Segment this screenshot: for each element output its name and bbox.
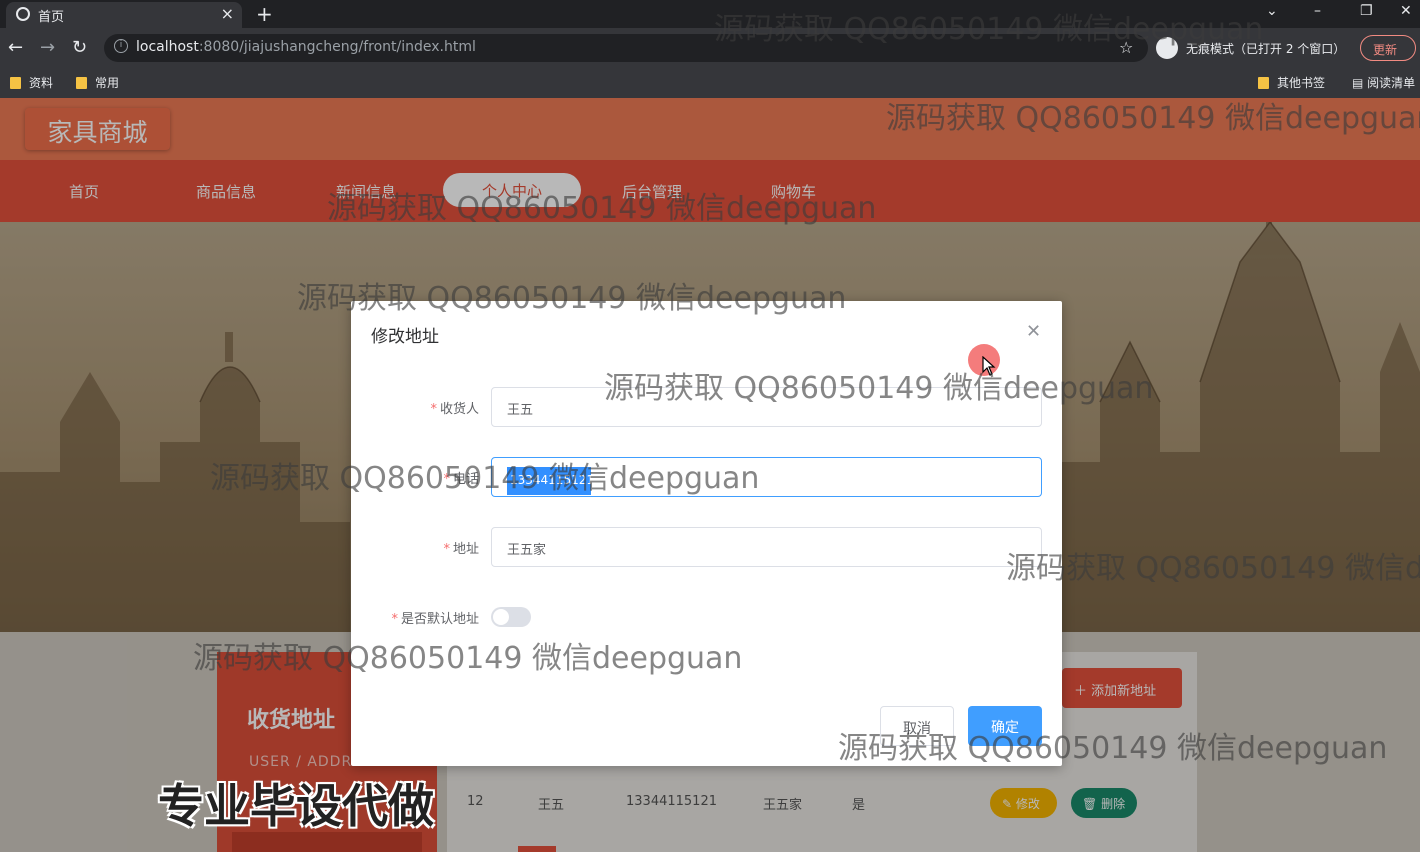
watermark: 源码获取 QQ86050149 微信deepguan [838, 731, 1388, 766]
forward-icon[interactable]: → [40, 37, 55, 58]
url-host: localhost [136, 39, 199, 55]
address-label: * 地址 [443, 542, 479, 557]
update-button[interactable]: 更新 [1360, 35, 1416, 61]
bookmark-folder[interactable]: 资料 [10, 74, 53, 91]
promo-watermark: 专业毕设代做 [158, 779, 434, 833]
consignee-label: * 收货人 [430, 402, 479, 417]
window-close-button[interactable]: ✕ [1400, 3, 1412, 19]
reading-list-icon: ▤ [1352, 76, 1368, 90]
default-address-label: * 是否默认地址 [391, 612, 479, 627]
new-tab-button[interactable]: + [256, 2, 273, 26]
watermark: 源码获取 QQ86050149 微信deepguan [193, 641, 743, 676]
folder-icon [10, 77, 21, 89]
default-address-switch[interactable] [491, 607, 531, 627]
tab-title: 首页 [38, 10, 65, 25]
url-path: :8080/jiajushangcheng/front/index.html [198, 39, 476, 55]
bookmark-folder[interactable]: 常用 [76, 74, 119, 91]
minimize-button[interactable]: – [1314, 3, 1321, 19]
reading-list[interactable]: ▤ 阅读清单 [1352, 74, 1415, 91]
watermark: 源码获取 QQ86050149 微信deepguan [297, 281, 847, 316]
dialog-close-icon[interactable]: ✕ [1026, 321, 1041, 342]
switch-knob [493, 609, 509, 625]
browser-tab[interactable]: 首页 × [6, 2, 242, 28]
info-icon[interactable]: i [114, 39, 128, 53]
folder-icon [76, 77, 87, 89]
maximize-button[interactable]: ❐ [1360, 3, 1373, 19]
globe-icon [16, 7, 30, 21]
watermark: 源码获取 QQ86050149 微信deepguan [327, 191, 877, 226]
dialog-title: 修改地址 [371, 327, 439, 347]
back-icon[interactable]: ← [8, 37, 23, 58]
address-input[interactable]: 王五家 [491, 527, 1042, 567]
watermark: 源码获取 QQ86050149 微信deepguan [604, 371, 1154, 406]
folder-icon [1258, 77, 1269, 89]
watermark: 源码获取 QQ86050149 微信deepguan [714, 12, 1264, 47]
other-bookmarks[interactable]: 其他书签 [1258, 74, 1325, 91]
watermark: 源码获取 QQ86050149 微信deepguan [886, 101, 1420, 136]
reload-icon[interactable]: ↻ [72, 37, 87, 58]
tab-close-icon[interactable]: × [221, 4, 234, 23]
watermark: 源码获取 QQ86050149 微信deepguan [210, 461, 760, 496]
watermark: 源码获取 QQ86050149 微信deepguan [1006, 551, 1420, 586]
tab-search-icon[interactable]: ⌄ [1266, 3, 1278, 19]
